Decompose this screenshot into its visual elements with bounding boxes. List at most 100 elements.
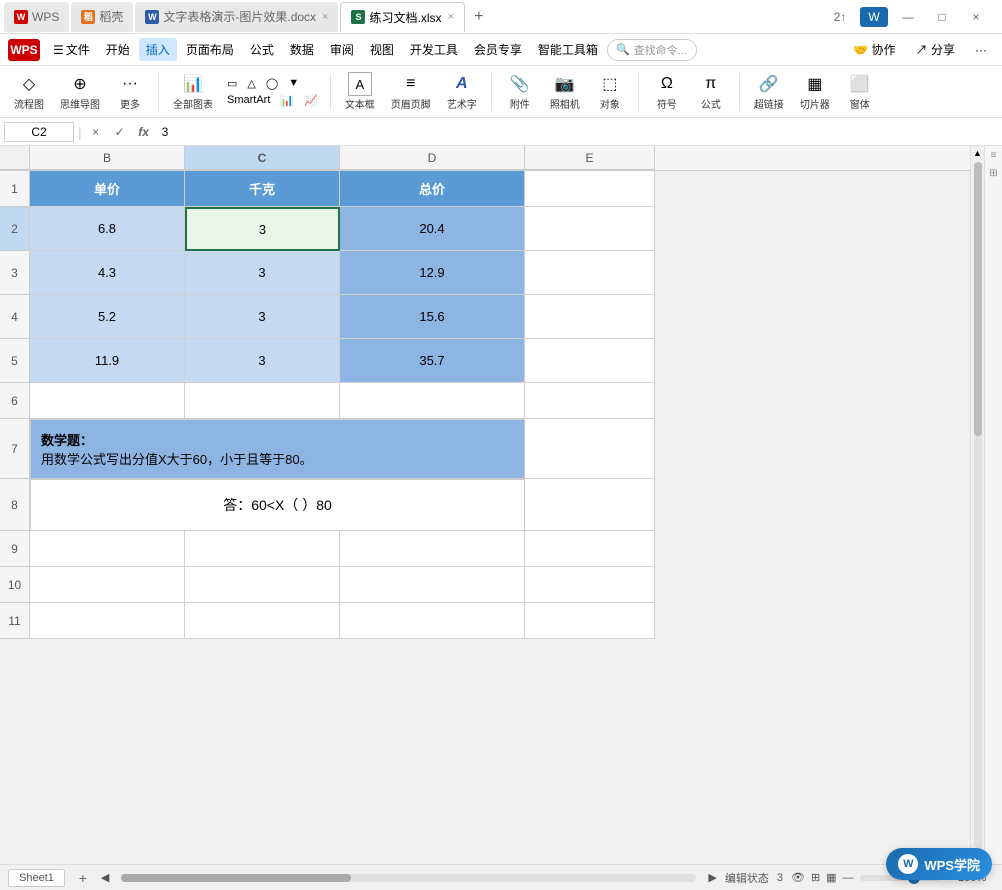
cell-c6[interactable] [185, 383, 340, 419]
cell-reference[interactable] [4, 122, 74, 142]
object-tool[interactable]: ⬚ 对象 [590, 70, 630, 114]
cell-e9[interactable] [525, 531, 655, 567]
cell-b1[interactable]: 单价 [30, 171, 185, 207]
cell-d11[interactable] [340, 603, 525, 639]
scroll-track[interactable] [974, 162, 982, 848]
cell-b5[interactable]: 11.9 [30, 339, 185, 383]
cell-e2[interactable] [525, 207, 655, 251]
header-footer-tool[interactable]: ≡ 页眉页脚 [385, 70, 437, 114]
search-box[interactable]: 🔍 查找命令... [607, 39, 697, 61]
cell-e3[interactable] [525, 251, 655, 295]
row-header-11[interactable]: 11 [0, 603, 30, 639]
menu-more-options[interactable]: ··· [968, 40, 994, 60]
bar-chart-btn[interactable]: 📊 [276, 93, 298, 108]
row-header-9[interactable]: 9 [0, 531, 30, 567]
cell-e8[interactable] [525, 479, 655, 531]
cell-d4[interactable]: 15.6 [340, 295, 525, 339]
menu-view[interactable]: 视图 [363, 38, 401, 61]
view-grid-icon[interactable]: ⊞ [811, 871, 820, 884]
formula-tool[interactable]: π 公式 [691, 70, 731, 114]
tab-daoke[interactable]: 稻 稻壳 [71, 2, 133, 32]
math-answer-cell[interactable]: 答：60<X（ ）80 [30, 479, 525, 531]
hyperlink-tool[interactable]: 🔗 超链接 [748, 70, 790, 114]
cell-b3[interactable]: 4.3 [30, 251, 185, 295]
symbol-tool[interactable]: Ω 符号 [647, 70, 687, 114]
add-sheet-button[interactable]: + [73, 868, 93, 888]
cancel-formula-icon[interactable]: × [86, 125, 106, 139]
cell-d1[interactable]: 总价 [340, 171, 525, 207]
cell-c3[interactable]: 3 [185, 251, 340, 295]
col-header-e[interactable]: E [525, 146, 655, 170]
row-header-5[interactable]: 5 [0, 339, 30, 383]
menu-smart[interactable]: 智能工具箱 [531, 38, 605, 61]
file-menu[interactable]: ☰ 文件 [46, 38, 97, 61]
camera-tool[interactable]: 📷 照相机 [544, 70, 586, 114]
menu-cooperate[interactable]: 🤝 协作 [846, 38, 902, 61]
cell-d3[interactable]: 12.9 [340, 251, 525, 295]
h-scrollbar-track[interactable] [121, 874, 696, 882]
cell-c9[interactable] [185, 531, 340, 567]
cell-b9[interactable] [30, 531, 185, 567]
cell-d9[interactable] [340, 531, 525, 567]
confirm-formula-icon[interactable]: ✓ [110, 125, 130, 139]
menu-member[interactable]: 会员专享 [467, 38, 529, 61]
view-table-icon[interactable]: ▦ [826, 871, 836, 884]
window-close[interactable]: × [962, 7, 990, 27]
menu-insert[interactable]: 插入 [139, 38, 177, 61]
sidebar-btn-1[interactable]: ≡ [987, 150, 1001, 164]
sheet-tab-1[interactable]: Sheet1 [8, 869, 65, 887]
cell-d10[interactable] [340, 567, 525, 603]
textbox-tool[interactable]: A 文本框 [339, 70, 381, 114]
charts-tool[interactable]: 📊 全部图表 [167, 70, 219, 114]
window-2up-btn[interactable]: 2↑ [826, 7, 854, 27]
cell-e5[interactable] [525, 339, 655, 383]
menu-review[interactable]: 审阅 [323, 38, 361, 61]
row-header-6[interactable]: 6 [0, 383, 30, 419]
menu-share[interactable]: ↗ 分享 [909, 38, 962, 61]
cell-d5[interactable]: 35.7 [340, 339, 525, 383]
menu-layout[interactable]: 页面布局 [179, 38, 241, 61]
cell-e7[interactable] [525, 419, 655, 479]
scroll-right-btn[interactable]: ▶ [708, 871, 716, 884]
menu-data[interactable]: 数据 [283, 38, 321, 61]
row-header-4[interactable]: 4 [0, 295, 30, 339]
col-header-d[interactable]: D [340, 146, 525, 170]
new-tab-button[interactable]: + [467, 5, 491, 29]
window-w-btn[interactable]: W [860, 7, 888, 27]
formula-input[interactable] [158, 123, 998, 141]
sidebar-btn-2[interactable]: ⊞ [987, 168, 1001, 182]
cell-c10[interactable] [185, 567, 340, 603]
row-header-1[interactable]: 1 [0, 171, 30, 207]
tab-excel-close[interactable]: × [448, 11, 454, 23]
cell-e10[interactable] [525, 567, 655, 603]
cell-d2[interactable]: 20.4 [340, 207, 525, 251]
shape-rect[interactable]: ▭ [223, 76, 241, 91]
slicer-tool[interactable]: ▦ 切片器 [794, 70, 836, 114]
row-header-3[interactable]: 3 [0, 251, 30, 295]
cell-c4[interactable]: 3 [185, 295, 340, 339]
menu-start[interactable]: 开始 [99, 38, 137, 61]
wordart-tool[interactable]: A 艺术字 [441, 70, 483, 114]
row-header-10[interactable]: 10 [0, 567, 30, 603]
cell-b2[interactable]: 6.8 [30, 207, 185, 251]
cell-e1[interactable] [525, 171, 655, 207]
line-chart-btn[interactable]: 📈 [300, 93, 322, 108]
smartart-btn[interactable]: SmartArt [223, 93, 274, 107]
cell-b6[interactable] [30, 383, 185, 419]
menu-formula[interactable]: 公式 [243, 38, 281, 61]
attachment-tool[interactable]: 📎 附件 [500, 70, 540, 114]
vertical-scrollbar[interactable]: ▲ ▼ [970, 146, 984, 864]
math-problem-cell[interactable]: 数学题： 用数学公式写出分值X大于60，小于且等于80。 [30, 419, 525, 479]
cell-b10[interactable] [30, 567, 185, 603]
tab-excel[interactable]: S 练习文档.xlsx × [340, 2, 464, 32]
scroll-left-btn[interactable]: ◀ [101, 871, 109, 884]
flowchart-tool[interactable]: ◇ 流程图 [8, 70, 50, 114]
shape-tri[interactable]: △ [243, 76, 259, 91]
tab-wps[interactable]: W WPS [4, 2, 69, 32]
window-maximize[interactable]: □ [928, 7, 956, 27]
wps-academy-badge[interactable]: W WPS学院 [886, 848, 992, 880]
row-header-8[interactable]: 8 [0, 479, 30, 531]
row-header-7[interactable]: 7 [0, 419, 30, 479]
cell-d6[interactable] [340, 383, 525, 419]
cell-e11[interactable] [525, 603, 655, 639]
